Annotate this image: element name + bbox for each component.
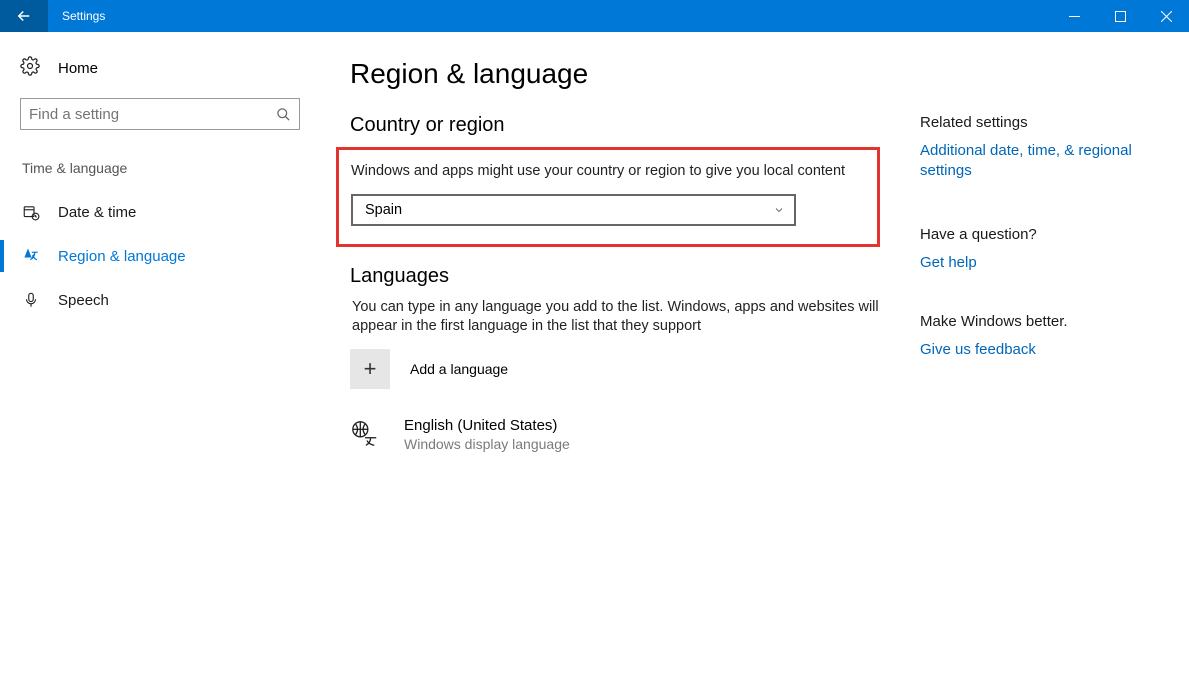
country-description: Windows and apps might use your country …: [351, 162, 857, 182]
right-rail: Related settings Additional date, time, …: [910, 58, 1170, 690]
sidebar-item-speech[interactable]: Speech: [0, 278, 300, 322]
related-heading: Related settings: [920, 114, 1170, 131]
search-input[interactable]: [29, 106, 276, 123]
titlebar: Settings: [0, 0, 1189, 32]
arrow-left-icon: [15, 7, 33, 25]
language-name: English (United States): [404, 417, 570, 434]
languages-heading: Languages: [350, 265, 880, 288]
back-button[interactable]: [0, 0, 48, 32]
sidebar-item-label: Date & time: [58, 204, 136, 221]
feedback-link[interactable]: Give us feedback: [920, 340, 1170, 360]
sidebar-item-label: Speech: [58, 292, 109, 309]
app-title: Settings: [48, 0, 105, 32]
sidebar-item-region-language[interactable]: Region & language: [0, 234, 300, 278]
chevron-down-icon: [773, 204, 785, 216]
minimize-icon: [1069, 11, 1080, 22]
maximize-icon: [1115, 11, 1126, 22]
search-box[interactable]: [20, 98, 300, 130]
country-dropdown-value: Spain: [365, 202, 402, 218]
feedback-heading: Make Windows better.: [920, 313, 1170, 330]
main-content: Region & language Country or region Wind…: [320, 32, 1189, 690]
sidebar: Home Time & language Date & time Region …: [0, 32, 320, 690]
gear-icon: [20, 56, 40, 80]
window-controls: [1051, 0, 1189, 32]
get-help-link[interactable]: Get help: [920, 253, 1170, 273]
close-icon: [1161, 11, 1172, 22]
search-icon: [276, 107, 291, 122]
annotation-highlight: Windows and apps might use your country …: [336, 147, 880, 247]
question-heading: Have a question?: [920, 226, 1170, 243]
related-link[interactable]: Additional date, time, & regional settin…: [920, 141, 1170, 182]
country-dropdown[interactable]: Spain: [351, 194, 796, 226]
language-icon: [22, 247, 40, 265]
language-list-item[interactable]: English (United States) Windows display …: [350, 417, 880, 452]
page-title: Region & language: [350, 58, 880, 90]
sidebar-item-label: Region & language: [58, 248, 186, 265]
plus-icon: +: [350, 349, 390, 389]
language-subtext: Windows display language: [404, 436, 570, 452]
country-heading: Country or region: [350, 114, 880, 137]
home-nav[interactable]: Home: [20, 50, 300, 98]
calendar-clock-icon: [22, 203, 40, 221]
languages-description: You can type in any language you add to …: [350, 298, 880, 337]
maximize-button[interactable]: [1097, 0, 1143, 32]
language-item-icon: [350, 417, 382, 452]
add-language-button[interactable]: + Add a language: [350, 349, 880, 389]
minimize-button[interactable]: [1051, 0, 1097, 32]
home-label: Home: [58, 60, 98, 77]
close-button[interactable]: [1143, 0, 1189, 32]
add-language-label: Add a language: [410, 361, 508, 377]
microphone-icon: [22, 291, 40, 309]
section-heading: Time & language: [20, 160, 300, 176]
sidebar-item-date-time[interactable]: Date & time: [0, 190, 300, 234]
